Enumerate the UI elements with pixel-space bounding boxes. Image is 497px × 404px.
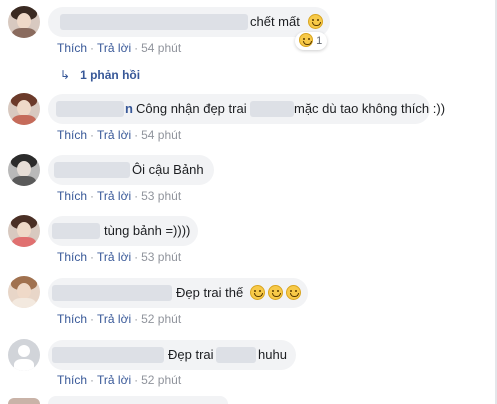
reply-link[interactable]: Trả lời [97, 312, 131, 326]
timestamp[interactable]: 53 phút [141, 250, 181, 264]
view-replies-link[interactable]: ↳ 1 phản hồi [60, 68, 140, 82]
comment-text: Đẹp trai thế [176, 285, 244, 300]
reply-link[interactable]: Trả lời [97, 41, 131, 55]
sad-face-icon [308, 14, 323, 29]
reply-link[interactable]: Trả lời [97, 128, 131, 142]
comment-actions: Thích · Trả lời · 54 phút [57, 128, 182, 142]
laughing-emoji-icon [299, 33, 313, 47]
comment-bubble: chết mất [48, 7, 330, 37]
timestamp[interactable]: 52 phút [141, 312, 181, 326]
avatar[interactable] [8, 215, 40, 247]
redacted-name [60, 14, 248, 30]
avatar[interactable] [8, 276, 40, 308]
timestamp[interactable]: 52 phút [141, 373, 181, 387]
comment-bubble: Đẹp trai thế [48, 278, 308, 308]
reply-link[interactable]: Trả lời [97, 189, 131, 203]
reply-arrow-icon: ↳ [60, 68, 71, 82]
redacted-word [216, 347, 256, 363]
timestamp[interactable]: 54 phút [141, 128, 181, 142]
like-link[interactable]: Thích [57, 312, 87, 326]
redacted-name [56, 101, 124, 117]
like-link[interactable]: Thích [57, 189, 87, 203]
redacted-word [250, 101, 294, 117]
comment-text: chết mất [250, 14, 300, 29]
comment-actions: Thích · Trả lời · 53 phút [57, 250, 182, 264]
comment-text: Ôi cậu Bảnh [132, 162, 204, 177]
comment-bubble [48, 396, 228, 404]
comment-text-part-2: mặc dù tao không thích :)) [294, 101, 446, 116]
smiling-face-icon [250, 285, 265, 300]
comment-actions: Thích · Trả lời · 53 phút [57, 189, 182, 203]
comment-bubble: Ôi cậu Bảnh [48, 155, 214, 185]
comment-text-part-2: huhu [258, 347, 287, 362]
avatar[interactable] [8, 154, 40, 186]
avatar[interactable] [8, 93, 40, 125]
like-link[interactable]: Thích [57, 250, 87, 264]
comment-actions: Thích · Trả lời · 52 phút [57, 312, 182, 326]
comment-actions: Thích · Trả lời · 52 phút [57, 373, 182, 387]
reaction-summary[interactable]: 1 [295, 32, 328, 50]
timestamp[interactable]: 53 phút [141, 189, 181, 203]
redacted-name [52, 347, 164, 363]
reply-link[interactable]: Trả lời [97, 250, 131, 264]
smiling-face-icon [286, 285, 301, 300]
reaction-count: 1 [316, 35, 323, 47]
comment-bubble: Đẹp trai huhu [48, 340, 296, 370]
avatar[interactable] [8, 398, 40, 404]
comment-text: tùng bảnh =)))) [104, 223, 191, 238]
redacted-name [52, 285, 172, 301]
comment-text-part-1: Đẹp trai [168, 347, 214, 362]
like-link[interactable]: Thích [57, 128, 87, 142]
replies-label: 1 phản hồi [80, 68, 141, 82]
comment-bubble: n Công nhận đẹp trai mặc dù tao không th… [48, 94, 445, 124]
commenter-name-suffix[interactable]: n [125, 94, 133, 124]
timestamp[interactable]: 54 phút [141, 41, 181, 55]
comment-actions: Thích · Trả lời · 54 phút [57, 41, 182, 55]
like-link[interactable]: Thích [57, 41, 87, 55]
redacted-name [54, 162, 130, 178]
redacted-name [52, 223, 100, 239]
reply-link[interactable]: Trả lời [97, 373, 131, 387]
comment-text-part-1: Công nhận đẹp trai [136, 101, 247, 116]
comment-bubble: tùng bảnh =)))) [48, 216, 198, 246]
avatar[interactable] [8, 6, 40, 38]
default-avatar-icon[interactable] [8, 339, 40, 371]
like-link[interactable]: Thích [57, 373, 87, 387]
smiling-face-icon [268, 285, 283, 300]
